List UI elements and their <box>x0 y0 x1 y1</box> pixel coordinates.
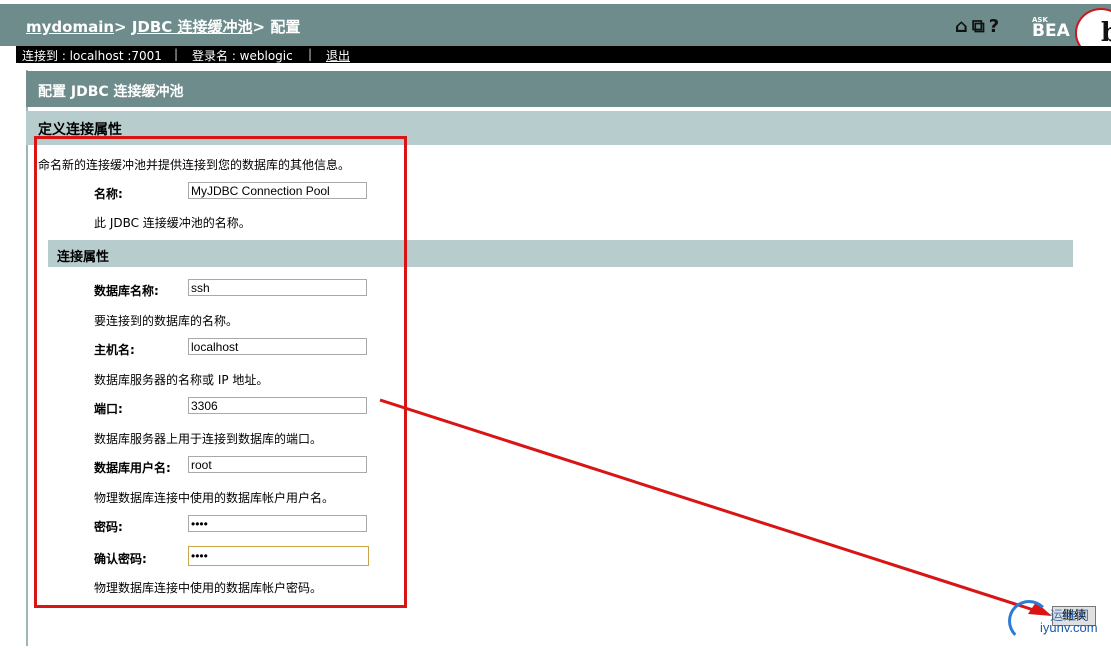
annotation-arrow <box>379 398 1052 616</box>
watermark-text: iyunv.com <box>1040 620 1098 635</box>
